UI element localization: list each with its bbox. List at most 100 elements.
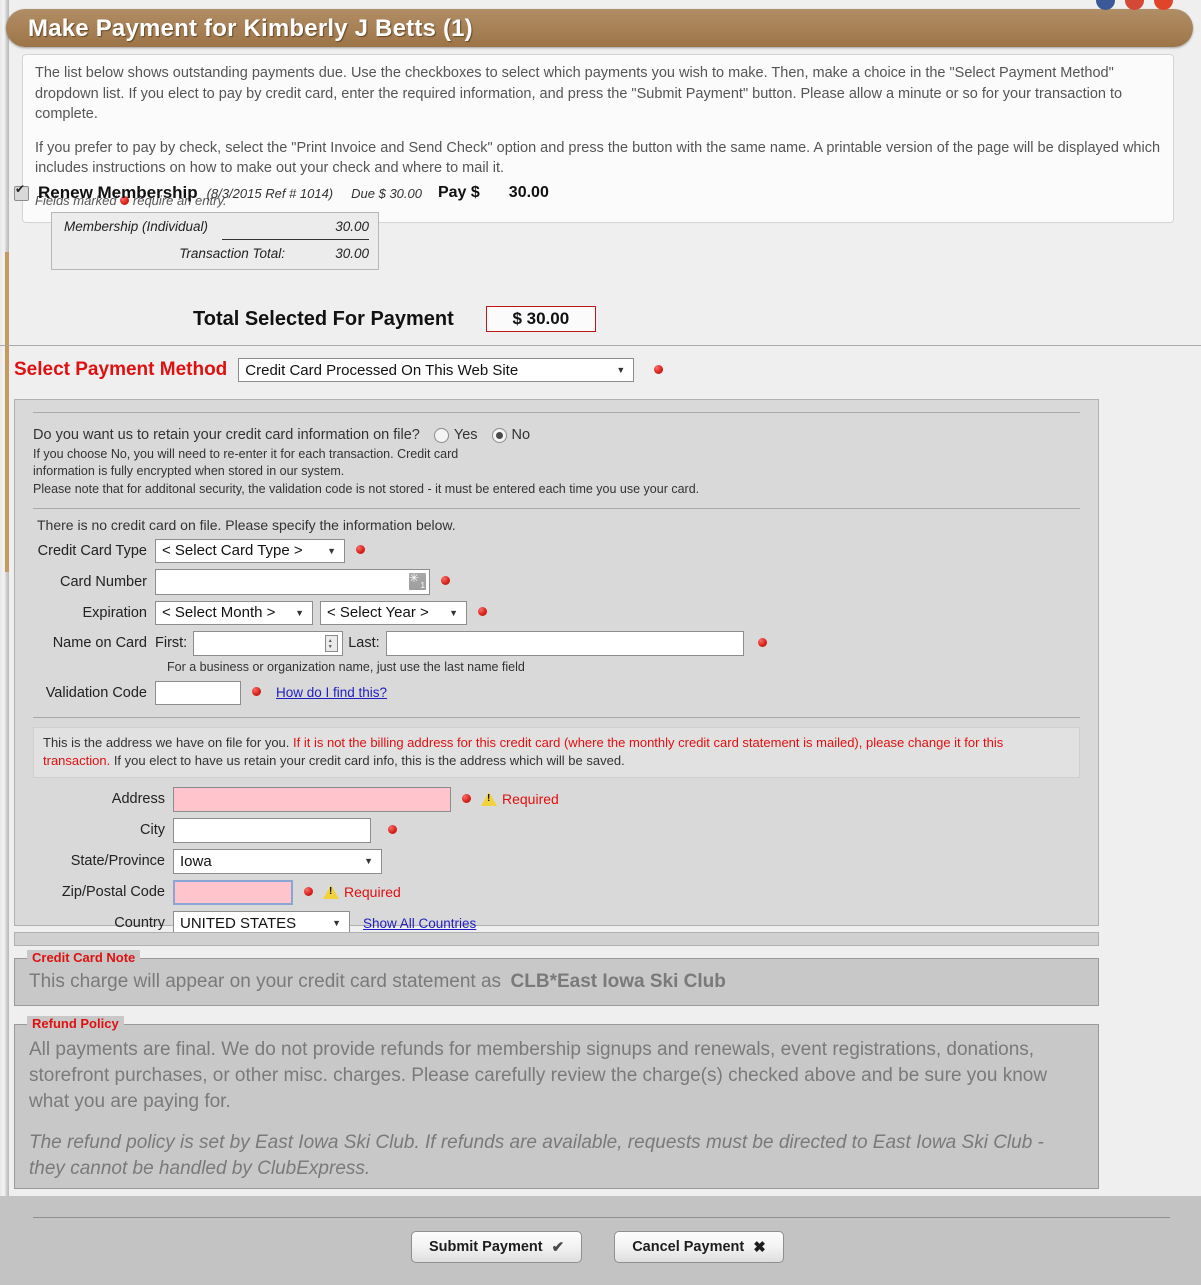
state-select[interactable]: Iowa ▼ bbox=[173, 848, 382, 874]
table-row-total: Transaction Total: 30.00 bbox=[52, 244, 378, 263]
card-number-input[interactable] bbox=[155, 568, 430, 595]
page-title: Make Payment for Kimberly J Betts (1) bbox=[28, 15, 473, 42]
select-payment-method-row: Select Payment Method Credit Card Proces… bbox=[14, 358, 664, 382]
how-do-i-find-this-link[interactable]: How do I find this? bbox=[276, 685, 387, 700]
panel-separator-strip bbox=[14, 932, 1099, 946]
credit-card-note-legend: Credit Card Note bbox=[27, 950, 141, 965]
detail-value: 30.00 bbox=[335, 219, 369, 234]
submit-payment-button[interactable]: Submit Payment ✔ bbox=[411, 1231, 583, 1263]
payment-item-due: Due $ 30.00 bbox=[351, 185, 422, 201]
name-on-card-row: Name on Card First: Last: bbox=[15, 628, 1098, 659]
city-input[interactable] bbox=[173, 817, 371, 843]
validation-code-input[interactable] bbox=[155, 680, 241, 705]
panel-divider-3 bbox=[33, 716, 1080, 718]
state-row: State/Province Iowa ▼ bbox=[15, 846, 1098, 877]
rss-icon[interactable] bbox=[1154, 0, 1173, 10]
page-title-bar: Make Payment for Kimberly J Betts (1) bbox=[6, 9, 1193, 47]
address-input[interactable] bbox=[173, 786, 451, 812]
zip-input[interactable] bbox=[173, 879, 293, 905]
chevron-down-icon: ▼ bbox=[616, 365, 626, 375]
chevron-down-icon: ▼ bbox=[327, 545, 336, 556]
detail-divider bbox=[222, 239, 369, 240]
autofill-icon[interactable] bbox=[409, 571, 426, 591]
first-name-input[interactable] bbox=[193, 630, 344, 656]
retain-note-line-3: Please note that for additonal security,… bbox=[33, 481, 700, 496]
expiration-month-select[interactable]: < Select Month > ▼ bbox=[155, 600, 313, 625]
country-value: UNITED STATES bbox=[180, 914, 297, 932]
no-card-on-file-message: There is no credit card on file. Please … bbox=[37, 516, 456, 533]
validation-code-row: Validation Code How do I find this? bbox=[15, 674, 1098, 708]
address-required-warning: Required bbox=[481, 791, 559, 807]
credit-card-descriptor: CLB*East Iowa Ski Club bbox=[510, 971, 726, 992]
retain-card-block: Do you want us to retain your credit car… bbox=[15, 413, 1098, 498]
facebook-icon[interactable] bbox=[1096, 0, 1115, 10]
card-type-row: Credit Card Type < Select Card Type > ▼ bbox=[15, 536, 1098, 566]
required-dot-icon bbox=[304, 886, 313, 896]
card-type-label: Credit Card Type bbox=[37, 542, 147, 559]
expiration-month-value: < Select Month > bbox=[162, 604, 276, 622]
transaction-total-value: 30.00 bbox=[335, 246, 369, 261]
left-rail bbox=[0, 0, 9, 1285]
country-label: Country bbox=[114, 915, 165, 932]
chevron-down-icon: ▼ bbox=[295, 607, 304, 618]
payment-item-pay-amount: 30.00 bbox=[508, 184, 549, 201]
zip-row: Zip/Postal Code Required bbox=[15, 877, 1098, 908]
action-button-row: Submit Payment ✔ Cancel Payment ✖ bbox=[411, 1231, 784, 1263]
city-row: City bbox=[15, 815, 1098, 846]
payment-item-checkbox[interactable] bbox=[14, 183, 29, 201]
payment-item-title: Renew Membership bbox=[38, 183, 198, 202]
detail-label: Membership (Individual) bbox=[64, 219, 209, 234]
total-selected-value: $ 30.00 bbox=[485, 306, 596, 332]
required-dot-icon bbox=[478, 607, 487, 617]
section-divider bbox=[0, 345, 1201, 346]
warning-icon bbox=[323, 885, 339, 900]
total-selected-label: Total Selected For Payment bbox=[193, 307, 454, 330]
required-dot-icon bbox=[356, 545, 365, 555]
expiration-row: Expiration < Select Month > ▼ < Select Y… bbox=[15, 598, 1098, 628]
zip-required-warning: Required bbox=[323, 884, 401, 900]
refund-policy-body: All payments are final. We do not provid… bbox=[15, 1025, 1098, 1182]
required-dot-icon bbox=[252, 687, 261, 697]
payment-method-select[interactable]: Credit Card Processed On This Web Site ▼ bbox=[238, 358, 635, 382]
table-row: Membership (Individual) 30.00 bbox=[52, 217, 378, 236]
required-dot-icon bbox=[388, 824, 397, 834]
close-icon: ✖ bbox=[753, 1239, 766, 1256]
payment-item: Renew Membership (8/3/2015 Ref # 1014) D… bbox=[14, 182, 714, 270]
card-type-select[interactable]: < Select Card Type > ▼ bbox=[155, 538, 345, 563]
retain-no-radio[interactable] bbox=[491, 427, 507, 443]
first-name-label: First: bbox=[155, 635, 188, 652]
check-icon: ✔ bbox=[551, 1239, 565, 1256]
expiration-year-select[interactable]: < Select Year > ▼ bbox=[320, 600, 467, 625]
state-label: State/Province bbox=[70, 853, 165, 870]
state-value: Iowa bbox=[180, 852, 212, 870]
name-on-card-hint: For a business or organization name, jus… bbox=[167, 659, 525, 674]
credit-card-note-body: This charge will appear on your credit c… bbox=[15, 959, 1098, 993]
retain-yes-radio[interactable] bbox=[433, 427, 449, 443]
last-name-input[interactable] bbox=[385, 630, 744, 656]
cancel-payment-button[interactable]: Cancel Payment ✖ bbox=[614, 1231, 784, 1263]
credit-card-note-fieldset: Credit Card Note This charge will appear… bbox=[14, 950, 1099, 1006]
instructions-paragraph-1: The list below shows outstanding payment… bbox=[35, 65, 1123, 123]
show-all-countries-link[interactable]: Show All Countries bbox=[363, 916, 476, 931]
warning-icon bbox=[481, 792, 497, 807]
refund-policy-paragraph-1: All payments are final. We do not provid… bbox=[29, 1039, 1048, 1113]
retain-note-line-1: If you choose No, you will need to re-en… bbox=[33, 447, 459, 461]
google-plus-icon[interactable] bbox=[1125, 0, 1144, 10]
refund-policy-fieldset: Refund Policy All payments are final. We… bbox=[14, 1016, 1099, 1189]
required-dot-icon bbox=[757, 637, 767, 647]
chevron-down-icon: ▼ bbox=[332, 918, 341, 929]
retain-note-line-2: information is fully encrypted when stor… bbox=[33, 464, 345, 479]
name-on-card-label: Name on Card bbox=[52, 635, 147, 652]
payment-item-detail-table: Membership (Individual) 30.00 Transactio… bbox=[51, 212, 379, 270]
credit-card-note-text: This charge will appear on your credit c… bbox=[29, 971, 502, 992]
select-payment-method-label: Select Payment Method bbox=[14, 359, 228, 380]
name-picker-icon[interactable] bbox=[325, 634, 339, 652]
refund-policy-paragraph-2: The refund policy is set by East Iowa Sk… bbox=[29, 1131, 1044, 1179]
footer-divider bbox=[33, 1217, 1170, 1218]
card-number-label: Card Number bbox=[59, 573, 147, 590]
chevron-down-icon: ▼ bbox=[449, 607, 458, 618]
card-number-row: Card Number bbox=[15, 566, 1098, 598]
cancel-payment-label: Cancel Payment bbox=[632, 1239, 745, 1255]
last-name-label: Last: bbox=[348, 635, 380, 652]
retain-yes-label: Yes bbox=[453, 427, 478, 443]
